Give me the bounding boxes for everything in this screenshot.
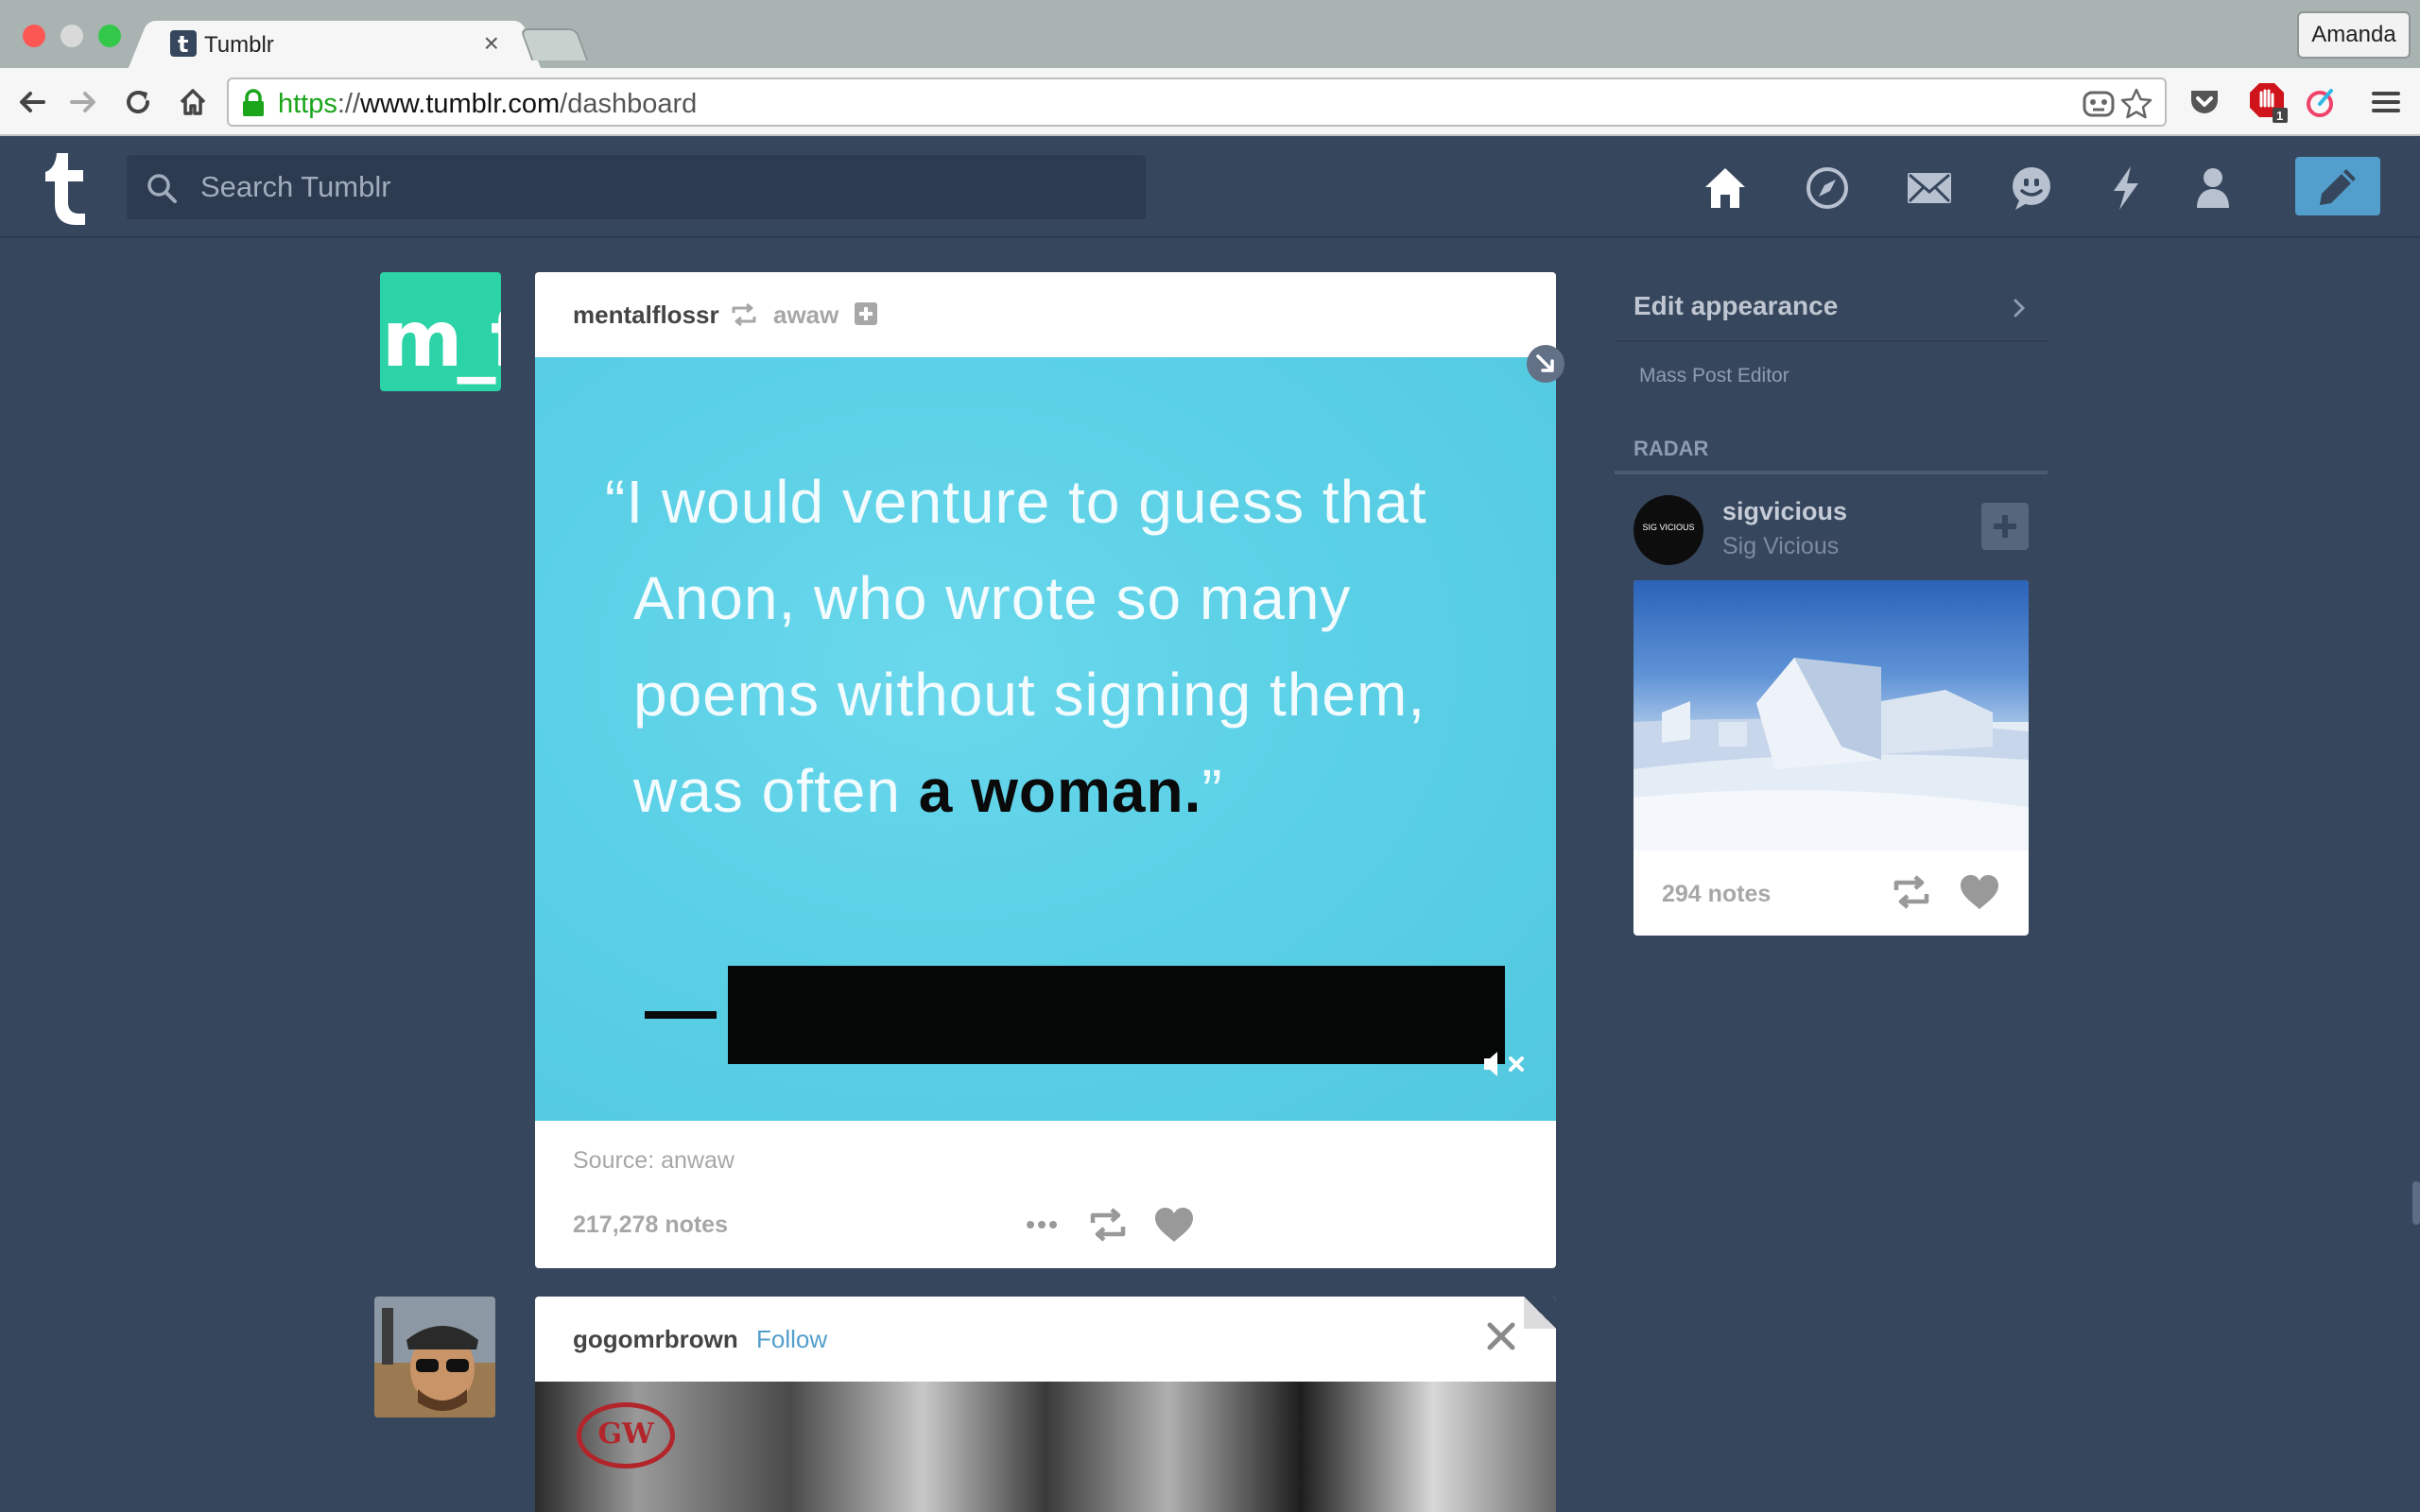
quote-text: “I would venture to guess that Anon, who…: [605, 454, 1427, 839]
compose-icon: [2320, 169, 2356, 205]
back-arrow-icon[interactable]: [15, 85, 49, 119]
avatar-text: m_f: [382, 295, 501, 385]
radar-follow-plus-button[interactable]: [1981, 503, 2029, 550]
redacted-bar: [728, 966, 1505, 1064]
attribution-dash: [645, 1011, 717, 1019]
inbox-icon[interactable]: [1906, 164, 1953, 212]
reader-mask-icon[interactable]: [2082, 87, 2116, 121]
messaging-icon[interactable]: [2008, 164, 2055, 212]
bookmark-star-icon[interactable]: [2119, 87, 2153, 121]
radar-avatar[interactable]: SIG VICIOUS: [1634, 495, 1703, 565]
account-icon[interactable]: [2189, 164, 2237, 212]
lock-icon: [243, 89, 264, 116]
radar-post-card: 294 notes: [1634, 580, 2029, 936]
maximize-window-button[interactable]: [98, 25, 121, 47]
post-photo[interactable]: [535, 1382, 1556, 1512]
url-text: https://www.tumblr.com/dashboard: [278, 89, 698, 119]
home-icon[interactable]: [1702, 164, 1749, 212]
search-input[interactable]: [200, 155, 1127, 219]
edit-appearance-link[interactable]: Edit appearance: [1615, 274, 2048, 342]
expand-arrow-icon[interactable]: [1526, 344, 1565, 384]
reblog-icon[interactable]: [1891, 873, 1932, 911]
tumblr-logo-icon[interactable]: [34, 149, 95, 227]
tab-title: Tumblr: [204, 32, 274, 58]
post-avatar-mentalflossr[interactable]: m_f: [380, 272, 501, 391]
minimize-window-button[interactable]: [60, 25, 83, 47]
chevron-right-icon: [2014, 299, 2026, 318]
edit-appearance-label: Edit appearance: [1634, 291, 1839, 320]
like-heart-icon[interactable]: [1959, 873, 2000, 911]
reblog-small-icon: [732, 302, 756, 327]
tab-close-icon[interactable]: ×: [484, 28, 499, 59]
radar-post-photo[interactable]: [1634, 580, 2029, 850]
follow-plus-icon[interactable]: [855, 302, 877, 325]
activity-icon[interactable]: [2102, 164, 2150, 212]
snow-building-photo: [1634, 658, 2029, 850]
pocket-icon[interactable]: [2187, 85, 2221, 119]
browser-toolbar: https://www.tumblr.com/dashboard 1: [0, 68, 2420, 136]
new-tab-button[interactable]: [519, 28, 589, 60]
avatar-photo: [374, 1297, 495, 1418]
post-card: mentalflossr awaw “I would venture to gu…: [535, 272, 1556, 1268]
post-username[interactable]: gogomrbrown: [573, 1325, 738, 1354]
forward-arrow-icon[interactable]: [66, 85, 100, 119]
radar-notes-count[interactable]: 294 notes: [1662, 881, 1771, 908]
quote-line-1: “I would venture to guess that: [605, 468, 1427, 536]
dismiss-close-icon[interactable]: [1484, 1319, 1518, 1353]
mass-post-editor-link[interactable]: Mass Post Editor: [1639, 365, 1789, 387]
address-bar[interactable]: https://www.tumblr.com/dashboard: [227, 77, 2167, 127]
browser-tab-tumblr[interactable]: t Tumblr ×: [151, 21, 518, 68]
compose-button[interactable]: [2295, 157, 2380, 215]
quote-line-4: was often a woman.”: [633, 757, 1223, 825]
more-options-icon[interactable]: [1021, 1206, 1063, 1244]
radar-display-name: Sig Vicious: [1722, 533, 1840, 559]
quote-line-2: Anon, who wrote so many: [633, 564, 1352, 632]
page-fold-corner: [1524, 1297, 1556, 1329]
radar-divider: [1615, 471, 2048, 474]
like-heart-icon[interactable]: [1153, 1206, 1195, 1244]
post-avatar-gogomrbrown[interactable]: [374, 1297, 495, 1418]
post-notes-count[interactable]: 217,278 notes: [573, 1211, 728, 1239]
radar-avatar-text: SIG VICIOUS: [1642, 523, 1695, 532]
browser-menu-icon[interactable]: [2369, 85, 2403, 119]
mute-speaker-icon[interactable]: [1482, 1049, 1531, 1079]
browser-profile-button[interactable]: Amanda: [2297, 11, 2411, 59]
search-icon: [147, 174, 177, 203]
post-card: gogomrbrown Follow GW: [535, 1297, 1556, 1512]
close-window-button[interactable]: [23, 25, 45, 47]
adblock-icon[interactable]: 1: [2248, 81, 2290, 123]
radar-heading: RADAR: [1634, 437, 1709, 460]
radar-username[interactable]: sigvicious: [1722, 497, 1847, 526]
tumblr-header: [0, 136, 2420, 238]
reblog-icon[interactable]: [1087, 1206, 1129, 1244]
scrollbar-thumb[interactable]: [2412, 1181, 2420, 1225]
post-header: mentalflossr awaw: [535, 272, 1556, 357]
reblog-source-user[interactable]: awaw: [773, 301, 838, 330]
svg-text:t: t: [178, 31, 188, 57]
extension-swirl-icon[interactable]: [2303, 85, 2337, 119]
tumblr-favicon-icon: t: [170, 30, 197, 57]
quote-line-3: poems without signing them,: [633, 661, 1426, 729]
post-quote-image[interactable]: “I would venture to guess that Anon, who…: [535, 357, 1556, 1121]
reload-icon[interactable]: [121, 85, 155, 119]
search-box[interactable]: [127, 155, 1146, 219]
browser-tab-bar: t Tumblr × Amanda: [0, 0, 2420, 68]
explore-icon[interactable]: [1804, 164, 1851, 212]
post-source[interactable]: Source: anwaw: [573, 1147, 735, 1175]
svg-text:1: 1: [2276, 109, 2283, 123]
follow-button[interactable]: Follow: [756, 1325, 827, 1354]
post-username[interactable]: mentalflossr: [573, 301, 719, 330]
home-browser-icon[interactable]: [176, 85, 210, 119]
photo-logo-stamp: GW: [577, 1402, 675, 1469]
